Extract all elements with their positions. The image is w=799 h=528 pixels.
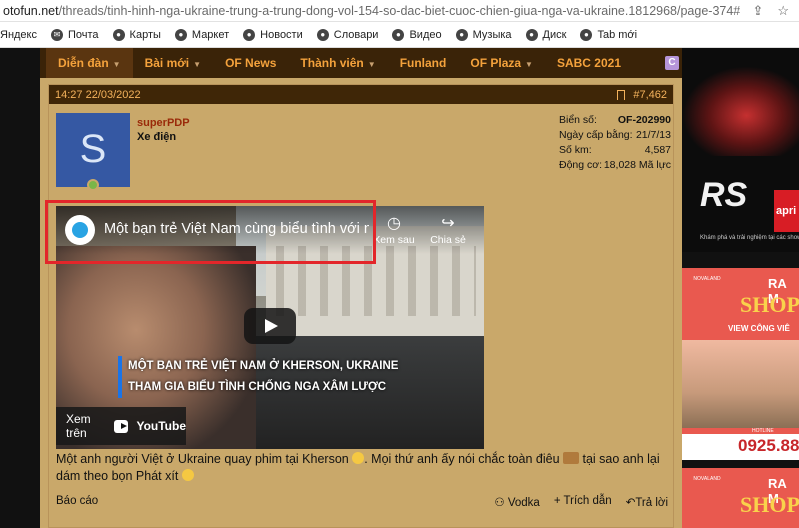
bookmark-news[interactable]: ● Новости	[243, 28, 303, 41]
people-icon: ⚇	[494, 497, 508, 509]
info-row-joined: Ngày cấp bằng: 21/7/13	[559, 129, 671, 141]
video-icon: ●	[392, 28, 405, 41]
favorite-star-icon[interactable]: ☆	[777, 3, 789, 19]
info-row-km: Số km: 4,587	[559, 144, 671, 156]
author-title: Xe điện	[137, 131, 177, 143]
ad-badge: apri	[774, 190, 799, 232]
video-caption: MỘT BẠN TRẺ VIỆT NAM Ở KHERSON, UKRAINE …	[118, 356, 398, 398]
url-text[interactable]: otofun.net/threads/tinh-hinh-nga-ukraine…	[0, 4, 740, 18]
nav-of-plaza[interactable]: OF Plaza ▼	[458, 48, 545, 78]
bookmarks-bar: Яндекс ✉ Почта ● Карты ● Маркет ● Новости ● С…	[0, 22, 799, 48]
ad-view-text: VIEW CÔNG VIÊ	[728, 324, 790, 333]
share-button[interactable]: ↪ Chia sẻ	[426, 214, 470, 246]
chevron-down-icon: ▼	[112, 60, 121, 69]
bookmark-video[interactable]: ● Видео	[392, 28, 442, 41]
watch-later-button[interactable]: ◷ Xem sau	[372, 214, 416, 246]
bookmark-maps[interactable]: ● Карты	[112, 28, 161, 41]
maps-icon: ●	[112, 28, 125, 41]
forum-post: 14:27 22/03/2022 #7,462 S superPDP Xe đi…	[48, 84, 674, 528]
mail-icon: ✉	[51, 28, 63, 41]
address-bar[interactable]: otofun.net/threads/tinh-hinh-nga-ukraine…	[0, 0, 799, 22]
post-actions: ⚇ Vodka + Trích dẫn ↶Trả lời	[494, 495, 668, 509]
info-row-engine: Động cơ: 18,028 Mã lực	[559, 159, 671, 171]
ad-phone: 0925.88	[738, 436, 799, 455]
post-body: Một anh người Việt ở Ukraine quay phim t…	[56, 452, 660, 483]
bookmark-disk[interactable]: ● Диск	[525, 28, 566, 41]
nav-forums[interactable]: Diễn đàn ▼	[46, 48, 133, 78]
watch-on-youtube-button[interactable]: Xem trên YouTube	[56, 407, 186, 445]
real-estate-ad[interactable]: NOVALAND RA M SHOPH VIEW CÔNG VIÊ HOTLIN…	[682, 268, 799, 460]
quote-button[interactable]: + Trích dẫn	[554, 495, 612, 509]
post-datetime[interactable]: 14:27 22/03/2022	[55, 89, 141, 101]
disk-icon: ●	[525, 28, 538, 41]
ad-logo: NOVALAND	[693, 276, 721, 282]
bookmark-mail[interactable]: ✉ Почта	[51, 28, 99, 41]
new-tab-icon: ●	[580, 28, 593, 41]
youtube-logo-icon	[113, 419, 129, 433]
main-nav: Diễn đàn ▼ Bài mới ▼ OF News Thành viên ▼ F…	[40, 48, 682, 78]
nav-new-posts[interactable]: Bài mới ▼	[133, 48, 213, 78]
ad-shophouse: SHOPH	[740, 492, 799, 517]
grin-emoji-icon	[181, 469, 194, 481]
ad-shophouse: SHOPH	[740, 292, 799, 317]
nav-members[interactable]: Thành viên ▼	[288, 48, 387, 78]
online-status-icon	[87, 179, 99, 191]
real-estate-ad-2[interactable]: NOVALAND RA M SHOPH	[682, 468, 799, 528]
motorcycle-ad[interactable]: RS apri Khám phá và trải nghiệm tại các …	[682, 48, 799, 252]
news-icon: ●	[243, 28, 256, 41]
nav-of-news[interactable]: OF News	[213, 48, 288, 78]
smile-emoji-icon	[352, 452, 365, 464]
chevron-down-icon: ▼	[367, 60, 376, 69]
bookmark-music[interactable]: ● Музыка	[455, 28, 512, 41]
ad-tagline: Khám phá và trải nghiệm tại các showroom…	[700, 235, 799, 241]
bookmark-new-tab[interactable]: ● Tab mới	[580, 28, 637, 41]
ad-logo: NOVALAND	[693, 476, 721, 482]
sticker-emoji-icon	[563, 452, 580, 464]
chevron-down-icon: ▼	[525, 60, 533, 69]
reply-arrow-icon: ↶	[625, 497, 636, 509]
share-arrow-icon: ↪	[441, 215, 455, 232]
ad-building-image	[682, 340, 799, 428]
user-avatar: C	[665, 56, 679, 70]
page-background: Diễn đàn ▼ Bài mới ▼ OF News Thành viên ▼ F…	[0, 48, 799, 528]
video-title[interactable]: Một bạn trẻ Việt Nam cùng biểu tình với …	[104, 221, 369, 237]
ad-brand-rs: RS	[700, 176, 748, 214]
chevron-down-icon: ▼	[193, 60, 202, 69]
nav-funland[interactable]: Funland	[388, 48, 459, 78]
bookmark-yandex[interactable]: Яндекс	[0, 29, 37, 41]
post-header: 14:27 22/03/2022 #7,462	[49, 85, 673, 104]
nav-sabc-2021[interactable]: SABC 2021	[545, 48, 633, 78]
dictionary-icon: ●	[316, 28, 329, 41]
avatar[interactable]: S	[56, 113, 130, 187]
forum-content: Diễn đàn ▼ Bài mới ▼ OF News Thành viên ▼ F…	[40, 48, 682, 528]
bookmark-icon[interactable]	[617, 89, 626, 100]
music-icon: ●	[455, 28, 468, 41]
bookmark-market[interactable]: ● Маркет	[174, 28, 229, 41]
channel-logo-icon[interactable]	[65, 215, 95, 245]
share-page-icon[interactable]: ⇪	[752, 3, 763, 19]
vodka-button[interactable]: ⚇ Vodka	[494, 495, 540, 509]
clock-icon: ◷	[387, 215, 401, 232]
address-bar-icons: ⇪ ☆	[752, 0, 799, 22]
post-author[interactable]: superPDP	[137, 117, 190, 129]
motorcycle-image	[682, 66, 799, 156]
post-number[interactable]: #7,462	[633, 89, 667, 101]
url-host: otofun.net	[3, 3, 59, 18]
bookmark-dictionaries[interactable]: ● Словари	[316, 28, 378, 41]
info-row-plate: Biển số: OF-202990	[559, 114, 671, 126]
market-icon: ●	[174, 28, 187, 41]
url-path: /threads/tinh-hinh-nga-ukraine-trung-a-t…	[58, 3, 740, 18]
report-link[interactable]: Báo cáo	[56, 495, 98, 509]
post-footer: Báo cáo ⚇ Vodka + Trích dẫn ↶Trả lời	[56, 495, 668, 509]
author-info: Biển số: OF-202990 Ngày cấp bằng: 21/7/13 …	[559, 113, 671, 173]
reply-button[interactable]: ↶Trả lời	[626, 495, 668, 509]
youtube-embed[interactable]: Một bạn trẻ Việt Nam cùng biểu tình với …	[56, 206, 484, 449]
play-button[interactable]	[244, 308, 296, 344]
